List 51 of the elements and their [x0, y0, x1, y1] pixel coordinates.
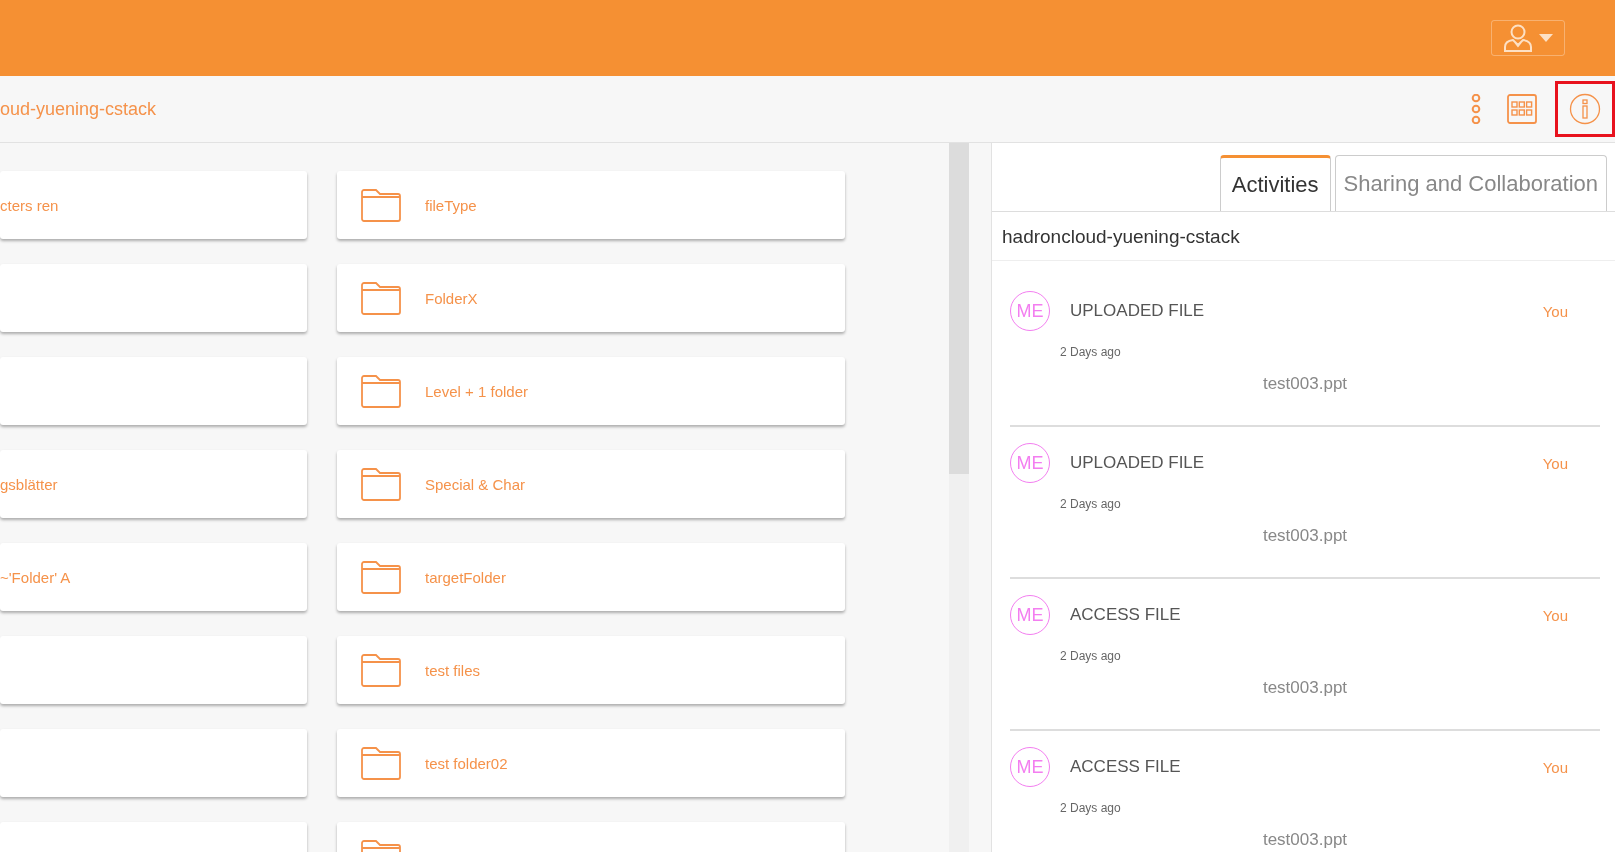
scrollbar[interactable]: [949, 143, 969, 852]
folder-icon: [361, 188, 401, 222]
grid-view-button[interactable]: [1507, 94, 1537, 124]
folder-icon: [361, 560, 401, 594]
activity-action: UPLOADED FILE: [1070, 453, 1206, 473]
folder-card[interactable]: [0, 636, 307, 704]
activity-action: ACCESS FILE: [1070, 605, 1182, 625]
folder-card[interactable]: test files: [337, 636, 845, 704]
folder-card[interactable]: ~'Folder' A: [0, 543, 307, 611]
more-options-icon: [1471, 94, 1481, 124]
tab[interactable]: Sharing and Collaboration: [1334, 155, 1607, 211]
file-name: test003.ppt: [1261, 374, 1349, 394]
folder-card[interactable]: [0, 357, 307, 425]
folder-card[interactable]: FolderX: [337, 264, 845, 332]
folder-card[interactable]: Level + 1 folder: [337, 357, 845, 425]
breadcrumb-link[interactable]: oud-yuening-cstack: [0, 98, 1471, 120]
folder-card[interactable]: [0, 729, 307, 797]
folder-icon: [361, 281, 401, 315]
folder-card[interactable]: gsblätter: [0, 450, 307, 518]
tab[interactable]: Activities: [1219, 155, 1331, 211]
folder-card[interactable]: [0, 264, 307, 332]
folder-card[interactable]: targetFolder: [337, 543, 845, 611]
folder-card[interactable]: fileType: [337, 171, 845, 239]
activity-time: 2 Days ago: [1060, 649, 1121, 663]
activity-time: 2 Days ago: [1060, 801, 1121, 815]
folder-card[interactable]: test folder02: [337, 729, 845, 797]
file-name: test003.ppt: [1261, 678, 1349, 698]
file-name: test003.ppt: [1261, 526, 1349, 546]
file-name: test003.ppt: [1261, 830, 1349, 850]
activity-action: UPLOADED FILE: [1070, 301, 1206, 321]
user-icon: [1503, 24, 1533, 52]
folder-icon: [361, 746, 401, 780]
folder-icon: [361, 653, 401, 687]
activity-actor: You: [1542, 606, 1568, 624]
user-menu-button[interactable]: [1491, 20, 1565, 56]
info-icon: [1569, 93, 1601, 125]
grid-view-icon: [1507, 94, 1537, 124]
activity-actor: You: [1542, 302, 1568, 320]
folder-card[interactable]: Special & Char: [337, 450, 845, 518]
activity-action: ACCESS FILE: [1070, 757, 1182, 777]
folder-card[interactable]: cters ren: [0, 171, 307, 239]
folder-icon: [361, 374, 401, 408]
activity-time: 2 Days ago: [1060, 345, 1121, 359]
folder-icon: [361, 467, 401, 501]
caret-icon: [1539, 34, 1553, 42]
activity-time: 2 Days ago: [1060, 497, 1121, 511]
activity-actor: You: [1542, 758, 1568, 776]
more-options-button[interactable]: [1471, 94, 1481, 124]
info-button[interactable]: [1555, 81, 1615, 137]
panel-title: hadroncloud-yuening-cstack: [992, 212, 1615, 261]
activity-actor: You: [1542, 454, 1568, 472]
